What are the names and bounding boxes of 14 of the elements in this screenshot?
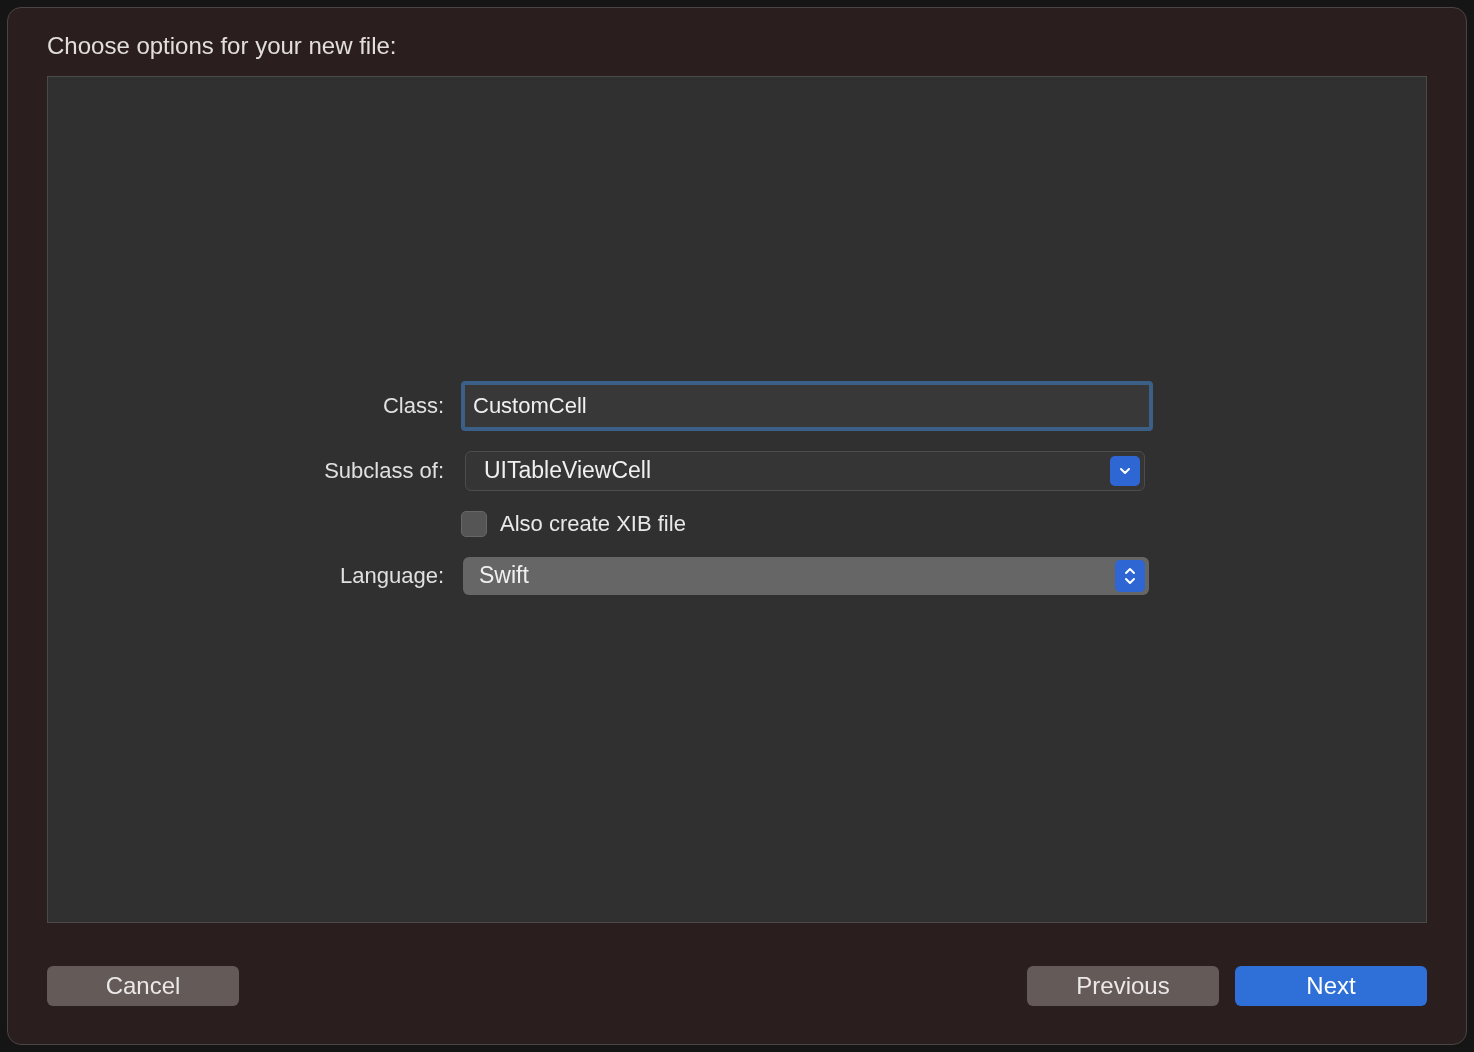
field-label: Class: (381, 392, 444, 419)
cancel-button[interactable]: Cancel (47, 966, 239, 1006)
language-popup[interactable]: Swift (463, 556, 1149, 595)
field-label: Language: (339, 562, 444, 589)
nav-button[interactable]: Previous (1027, 966, 1219, 1006)
checkbox[interactable] (461, 510, 487, 537)
up-down-chevron-icon (1115, 559, 1145, 592)
field-label: Subclass of: (323, 457, 444, 484)
chevron-down-icon (1110, 455, 1140, 486)
default-nav-button[interactable]: Next (1235, 966, 1427, 1006)
dialog-title: Choose options for your new file: (47, 32, 398, 61)
subclass-dropdown[interactable]: UITableViewCell (465, 450, 1145, 491)
class-name-field[interactable]: CustomCell (461, 380, 1153, 431)
checkbox-label: Also create XIB file (500, 510, 686, 537)
